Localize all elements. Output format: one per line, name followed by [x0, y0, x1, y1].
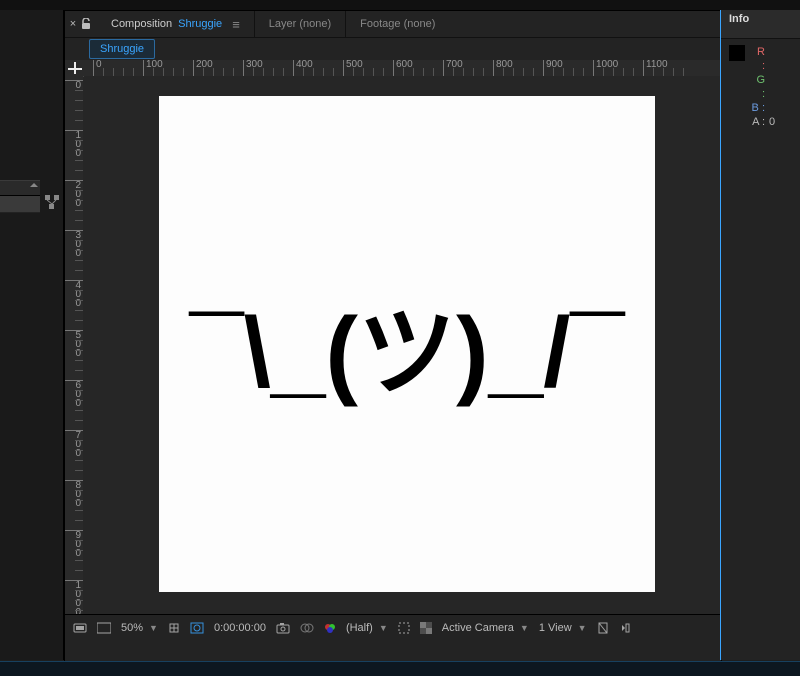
show-snapshot-icon[interactable]: [300, 622, 314, 634]
ruler-tick: 500: [65, 330, 83, 358]
resolution-value: (Half): [346, 622, 373, 634]
ruler-tick: 400: [65, 280, 83, 308]
ruler-tick: 0: [65, 80, 83, 90]
ruler-tick: 900: [65, 530, 83, 558]
camera-value: Active Camera: [442, 622, 514, 634]
roi-icon[interactable]: [398, 622, 410, 634]
color-swatch: [729, 45, 745, 61]
grid-icon[interactable]: [168, 622, 180, 634]
viewer-statusbar: 50% ▼ 0:00:00:00 (Half) ▼ Active Camera …: [65, 614, 721, 641]
view-layout-value: 1 View: [539, 622, 572, 634]
tab-footage[interactable]: Footage (none): [346, 11, 449, 37]
mask-icon[interactable]: [190, 622, 204, 634]
close-panel-button[interactable]: ×: [65, 18, 81, 30]
tab-label: Layer (none): [269, 18, 331, 30]
fast-preview-icon[interactable]: [619, 622, 631, 634]
view-layout-control[interactable]: 1 View ▼: [539, 622, 587, 634]
project-panel: [0, 10, 64, 660]
info-a: A :0: [751, 115, 775, 129]
resolution-control[interactable]: (Half) ▼: [346, 622, 388, 634]
tab-composition[interactable]: Composition Shruggie ≡: [97, 11, 254, 37]
viewer[interactable]: 010020030040050060070080090010001100 010…: [65, 60, 721, 614]
menu-bar-remnant: [0, 0, 800, 10]
info-r: R :: [751, 45, 775, 73]
current-time[interactable]: 0:00:00:00: [214, 622, 266, 634]
ruler-tick: 1000: [65, 580, 83, 614]
chevron-down-icon: ▼: [578, 623, 587, 633]
chevron-down-icon: ▼: [379, 623, 388, 633]
transparency-grid-icon[interactable]: [420, 622, 432, 634]
chevron-down-icon: ▼: [520, 623, 529, 633]
ruler-tick: 200: [65, 180, 83, 208]
canvas-text: ¯\_(ツ)_/¯: [190, 273, 625, 415]
project-list-header: [0, 180, 40, 196]
ruler-tick: 800: [65, 480, 83, 508]
project-item[interactable]: [0, 196, 40, 213]
ruler-tick: 600: [65, 380, 83, 408]
magnification-icon[interactable]: [97, 622, 111, 634]
tab-label: Composition: [111, 18, 172, 30]
timeline-panel[interactable]: [0, 661, 800, 676]
info-b: B :: [751, 101, 775, 115]
always-preview-icon[interactable]: [73, 622, 87, 634]
ruler-vertical[interactable]: 010020030040050060070080090010001100: [65, 76, 83, 614]
ruler-tick: 700: [65, 430, 83, 458]
pixel-aspect-icon[interactable]: [597, 622, 609, 634]
camera-control[interactable]: Active Camera ▼: [442, 622, 529, 634]
composition-canvas[interactable]: ¯\_(ツ)_/¯: [159, 96, 655, 592]
zoom-value: 50%: [121, 622, 143, 634]
chevron-up-icon: [30, 181, 38, 189]
ruler-horizontal[interactable]: 010020030040050060070080090010001100: [83, 60, 721, 76]
info-body: R : G : B : A :0: [721, 39, 800, 135]
tab-layer[interactable]: Layer (none): [255, 11, 345, 37]
breadcrumb-bar: Shruggie: [65, 38, 721, 60]
lock-icon[interactable]: [81, 18, 97, 30]
snapshot-icon[interactable]: [276, 622, 290, 634]
info-panel: Info R : G : B : A :0: [720, 10, 800, 660]
flowchart-icon[interactable]: [44, 194, 60, 210]
info-g: G :: [751, 73, 775, 101]
ruler-tick: 1000: [593, 60, 618, 76]
tab-comp-name: Shruggie: [178, 18, 222, 30]
ruler-tick: 0: [93, 60, 102, 76]
channel-icon[interactable]: [324, 622, 336, 634]
zoom-control[interactable]: 50% ▼: [121, 622, 158, 634]
project-list: [0, 180, 40, 213]
ruler-tick: 100: [65, 130, 83, 158]
panel-menu-icon[interactable]: ≡: [232, 17, 240, 32]
breadcrumb-item[interactable]: Shruggie: [89, 39, 155, 59]
ruler-origin[interactable]: [65, 60, 84, 77]
tab-label: Footage (none): [360, 18, 435, 30]
composition-panel: × Composition Shruggie ≡ Layer (none) Fo…: [64, 10, 722, 662]
panel-title[interactable]: Info: [721, 10, 800, 39]
ruler-tick: 300: [65, 230, 83, 258]
chevron-down-icon: ▼: [149, 623, 158, 633]
app-root: × Composition Shruggie ≡ Layer (none) Fo…: [0, 0, 800, 676]
panel-tabs: × Composition Shruggie ≡ Layer (none) Fo…: [65, 11, 721, 38]
